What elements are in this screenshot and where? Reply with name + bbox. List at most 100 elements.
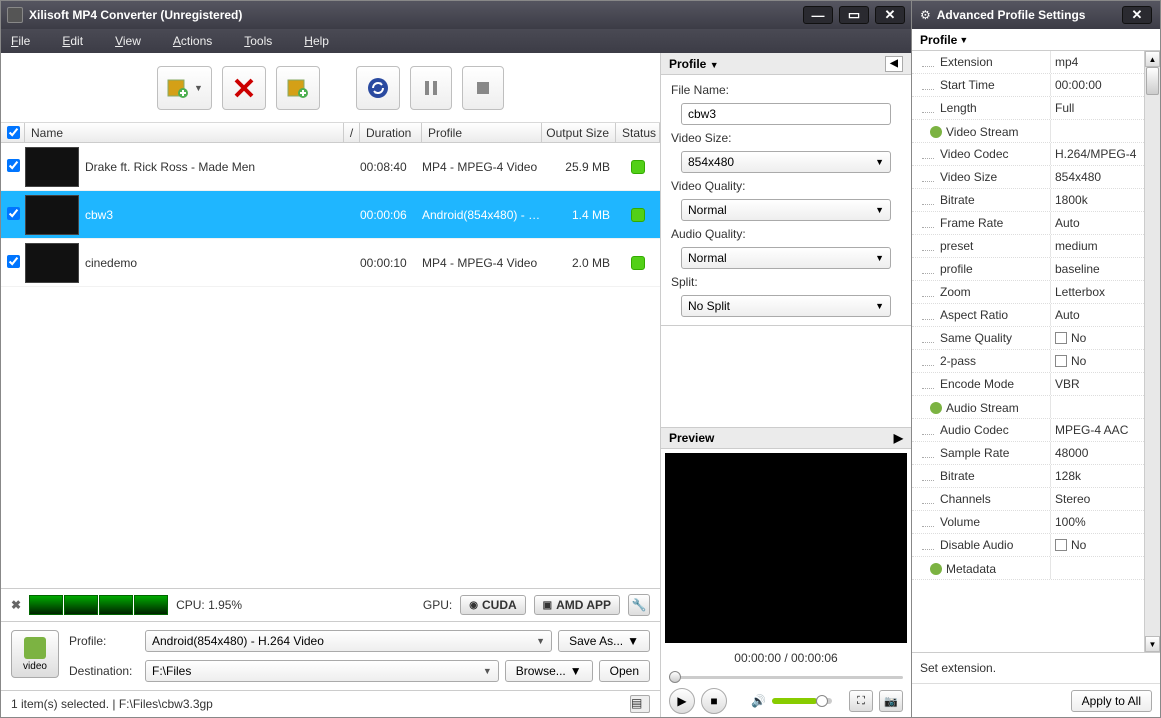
chevron-down-icon[interactable]: ▼ <box>710 60 719 70</box>
menu-file[interactable]: File <box>11 34 30 48</box>
stop-preview-button[interactable]: ■ <box>701 688 727 714</box>
property-value[interactable]: 100% <box>1050 511 1144 533</box>
property-row[interactable]: 2-passNo <box>912 350 1144 373</box>
minimize-button[interactable]: — <box>803 6 833 24</box>
scrollbar[interactable]: ▲ ▼ <box>1144 51 1160 652</box>
property-value[interactable]: Letterbox <box>1050 281 1144 303</box>
add-profile-button[interactable] <box>276 66 320 110</box>
header-profile[interactable]: Profile <box>422 123 542 142</box>
property-value[interactable]: Stereo <box>1050 488 1144 510</box>
property-row[interactable]: Aspect RatioAuto <box>912 304 1144 327</box>
stop-button[interactable] <box>462 66 504 110</box>
property-row[interactable]: Extensionmp4 <box>912 51 1144 74</box>
property-value[interactable]: 128k <box>1050 465 1144 487</box>
property-value[interactable]: mp4 <box>1050 51 1144 73</box>
row-checkbox[interactable] <box>7 159 20 172</box>
play-button[interactable]: ▶ <box>669 688 695 714</box>
adv-close-button[interactable]: ✕ <box>1122 6 1152 24</box>
videoquality-select[interactable]: Normal▼ <box>681 199 891 221</box>
property-value[interactable]: 854x480 <box>1050 166 1144 188</box>
property-row[interactable]: Volume100% <box>912 511 1144 534</box>
property-value[interactable]: H.264/MPEG-4 <box>1050 143 1144 165</box>
property-group[interactable]: Video Stream <box>912 120 1144 143</box>
property-value[interactable]: MPEG-4 AAC <box>1050 419 1144 441</box>
snapshot-icon[interactable]: 📷 <box>879 690 903 712</box>
menu-edit[interactable]: Edit <box>62 34 83 48</box>
collapse-icon[interactable]: ◀ <box>885 56 903 72</box>
checkbox-icon[interactable] <box>1055 539 1067 551</box>
property-row[interactable]: Start Time00:00:00 <box>912 74 1144 97</box>
property-row[interactable]: Bitrate128k <box>912 465 1144 488</box>
property-row[interactable]: Video CodecH.264/MPEG-4 <box>912 143 1144 166</box>
property-value[interactable]: No <box>1050 534 1144 556</box>
property-row[interactable]: profilebaseline <box>912 258 1144 281</box>
cuda-button[interactable]: ◉CUDA <box>460 595 525 615</box>
property-value[interactable]: Auto <box>1050 304 1144 326</box>
menu-view[interactable]: View <box>115 34 141 48</box>
seek-slider[interactable] <box>669 669 903 685</box>
checkbox-icon[interactable] <box>1055 332 1067 344</box>
property-row[interactable]: presetmedium <box>912 235 1144 258</box>
property-row[interactable]: ZoomLetterbox <box>912 281 1144 304</box>
amd-button[interactable]: ▣AMD APP <box>534 595 620 615</box>
header-name[interactable]: Name <box>25 123 344 142</box>
menu-actions[interactable]: Actions <box>173 34 212 48</box>
pause-button[interactable] <box>410 66 452 110</box>
property-row[interactable]: Audio CodecMPEG-4 AAC <box>912 419 1144 442</box>
property-value[interactable]: Full <box>1050 97 1144 119</box>
adv-profile-header[interactable]: Profile ▼ <box>912 29 1160 51</box>
convert-button[interactable] <box>356 66 400 110</box>
browse-button[interactable]: Browse...▼ <box>505 660 593 682</box>
property-row[interactable]: Video Size854x480 <box>912 166 1144 189</box>
property-row[interactable]: Frame RateAuto <box>912 212 1144 235</box>
property-value[interactable]: Auto <box>1050 212 1144 234</box>
scroll-thumb[interactable] <box>1146 67 1159 95</box>
property-row[interactable]: Same QualityNo <box>912 327 1144 350</box>
property-value[interactable]: 00:00:00 <box>1050 74 1144 96</box>
header-status[interactable]: Status <box>616 123 660 142</box>
property-value[interactable]: No <box>1050 327 1144 349</box>
volume-icon[interactable]: 🔊 <box>751 694 766 708</box>
property-row[interactable]: LengthFull <box>912 97 1144 120</box>
property-row[interactable]: Encode ModeVBR <box>912 373 1144 396</box>
expand-icon[interactable]: ▶ <box>894 431 903 445</box>
scroll-up-icon[interactable]: ▲ <box>1145 51 1160 67</box>
property-row[interactable]: Sample Rate48000 <box>912 442 1144 465</box>
fullscreen-icon[interactable]: ⛶ <box>849 690 873 712</box>
property-value[interactable]: No <box>1050 350 1144 372</box>
property-group[interactable]: Metadata <box>912 557 1144 580</box>
header-duration[interactable]: Duration <box>360 123 422 142</box>
split-select[interactable]: No Split▼ <box>681 295 891 317</box>
property-row[interactable]: ChannelsStereo <box>912 488 1144 511</box>
filename-input[interactable]: cbw3 <box>681 103 891 125</box>
layout-icon[interactable]: ▤ <box>630 695 650 713</box>
profile-dropdown[interactable]: Android(854x480) - H.264 Video▼ <box>145 630 552 652</box>
device-icon[interactable]: video <box>11 630 59 678</box>
close-button[interactable]: ✕ <box>875 6 905 24</box>
row-checkbox[interactable] <box>7 207 20 220</box>
property-row[interactable]: Disable AudioNo <box>912 534 1144 557</box>
menu-help[interactable]: Help <box>304 34 329 48</box>
audioquality-select[interactable]: Normal▼ <box>681 247 891 269</box>
header-checkbox[interactable] <box>1 123 25 142</box>
menu-tools[interactable]: Tools <box>244 34 272 48</box>
videosize-select[interactable]: 854x480▼ <box>681 151 891 173</box>
destination-dropdown[interactable]: F:\Files▼ <box>145 660 499 682</box>
property-value[interactable]: 48000 <box>1050 442 1144 464</box>
apply-to-all-button[interactable]: Apply to All <box>1071 690 1152 712</box>
checkbox-icon[interactable] <box>1055 355 1067 367</box>
property-row[interactable]: Bitrate1800k <box>912 189 1144 212</box>
save-as-button[interactable]: Save As...▼ <box>558 630 650 652</box>
row-checkbox[interactable] <box>7 255 20 268</box>
open-button[interactable]: Open <box>599 660 650 682</box>
property-group[interactable]: Audio Stream <box>912 396 1144 419</box>
maximize-button[interactable]: ▭ <box>839 6 869 24</box>
header-slash[interactable]: / <box>344 123 360 142</box>
delete-button[interactable] <box>222 66 266 110</box>
property-value[interactable]: VBR <box>1050 373 1144 395</box>
property-value[interactable]: baseline <box>1050 258 1144 280</box>
volume-slider[interactable] <box>772 698 832 704</box>
add-file-button[interactable]: ▼ <box>157 66 212 110</box>
table-row[interactable]: cbw3 00:00:06 Android(854x480) - H... 1.… <box>1 191 660 239</box>
table-row[interactable]: Drake ft. Rick Ross - Made Men 00:08:40 … <box>1 143 660 191</box>
